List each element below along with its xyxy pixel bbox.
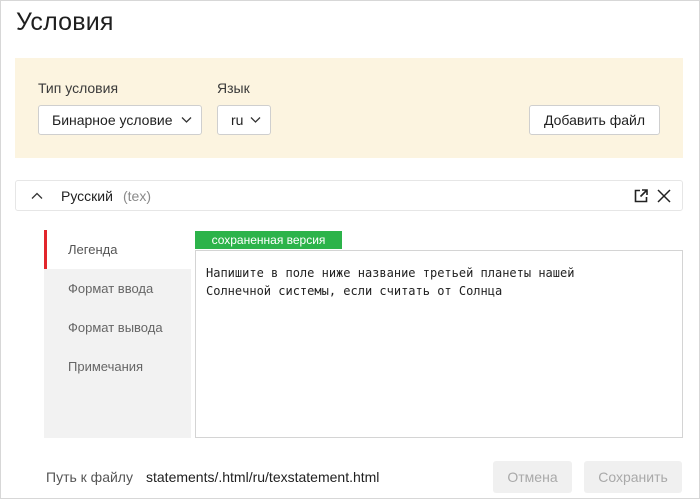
statement-sections-nav: Легенда Формат ввода Формат вывода Приме… xyxy=(44,230,191,438)
tab-input-format[interactable]: Формат ввода xyxy=(44,269,191,308)
statement-editor[interactable]: Напишите в поле ниже название третьей пл… xyxy=(195,250,683,438)
statement-language-bar: Русский (tex) xyxy=(15,180,683,211)
condition-type-value: Бинарное условие xyxy=(52,112,173,128)
statement-editor-text: Напишите в поле ниже название третьей пл… xyxy=(206,266,575,298)
tab-legend[interactable]: Легенда xyxy=(44,230,191,269)
chevron-up-icon[interactable] xyxy=(30,189,44,203)
external-link-icon[interactable] xyxy=(633,188,649,204)
file-path-value: statements/.html/ru/texstatement.html xyxy=(146,469,380,485)
close-icon[interactable] xyxy=(656,188,672,204)
language-label: Язык xyxy=(217,80,250,96)
statement-format: (tex) xyxy=(123,188,151,204)
save-button[interactable]: Сохранить xyxy=(584,461,682,493)
condition-type-label: Тип условия xyxy=(38,80,119,96)
statement-language-name: Русский xyxy=(61,188,113,204)
language-select[interactable]: ru xyxy=(217,105,271,135)
page-title: Условия xyxy=(16,8,114,36)
chevron-down-icon xyxy=(181,117,192,123)
cancel-button[interactable]: Отмена xyxy=(493,461,572,493)
file-path-label: Путь к файлу xyxy=(46,469,133,485)
language-value: ru xyxy=(231,112,244,128)
condition-settings-panel: Тип условия Бинарное условие Язык ru Доб… xyxy=(15,58,683,158)
saved-version-badge: сохраненная версия xyxy=(195,231,342,249)
condition-type-select[interactable]: Бинарное условие xyxy=(38,105,202,135)
tab-notes[interactable]: Примечания xyxy=(44,347,191,386)
add-file-button[interactable]: Добавить файл xyxy=(529,105,660,135)
chevron-down-icon xyxy=(250,117,261,123)
tab-output-format[interactable]: Формат вывода xyxy=(44,308,191,347)
